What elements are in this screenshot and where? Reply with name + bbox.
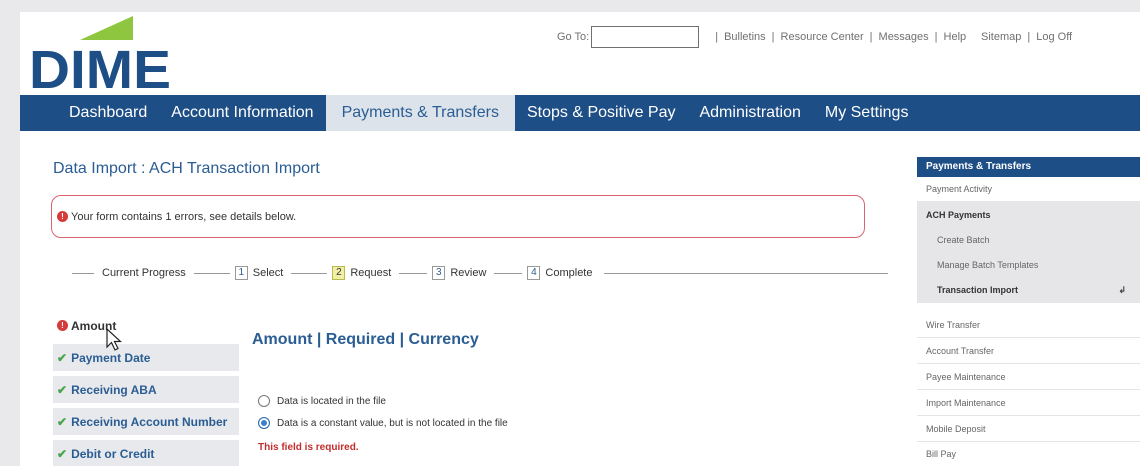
logo-text: DIME <box>29 40 171 100</box>
field-label: Receiving Account Number <box>71 414 228 429</box>
error-text: Your form contains 1 errors, see details… <box>71 210 297 223</box>
mouse-cursor-icon <box>106 328 122 351</box>
step-number: 3 <box>432 266 446 280</box>
divider: | <box>771 31 775 43</box>
nav-stops-positive-pay[interactable]: Stops & Positive Pay <box>515 95 688 131</box>
utility-bar: Go To: | Bulletins | Resource Center | M… <box>557 26 1072 48</box>
sidebar: Payments & Transfers Payment Activity AC… <box>917 131 1140 466</box>
divider: | <box>934 31 938 43</box>
divider <box>291 272 328 274</box>
field-label: Debit or Credit <box>71 446 155 461</box>
divider <box>494 272 523 274</box>
divider: | <box>715 31 719 43</box>
goto-label: Go To: <box>557 31 590 43</box>
option-located-in-file[interactable]: Data is located in the file <box>258 395 386 407</box>
dime-logo[interactable]: DIME <box>28 14 178 100</box>
divider <box>399 272 428 274</box>
check-icon: ✔ <box>57 350 68 365</box>
divider <box>193 272 230 274</box>
main-nav: Dashboard Account Information Payments &… <box>20 95 1140 131</box>
field-label: Receiving ABA <box>71 382 157 397</box>
page-title: Data Import : ACH Transaction Import <box>53 160 320 177</box>
sidebar-item-manage-batch-templates[interactable]: Manage Batch Templates <box>917 253 1140 278</box>
field-list: ! Amount ✔ Payment Date ✔ Receiving ABA … <box>53 312 239 466</box>
field-debit-or-credit[interactable]: ✔ Debit or Credit <box>53 440 239 466</box>
step-number: 1 <box>234 266 248 280</box>
divider <box>72 272 94 274</box>
messages-link[interactable]: Messages <box>879 31 929 43</box>
divider <box>604 272 888 274</box>
sidebar-item-label: Transaction Import <box>937 285 1019 295</box>
sidebar-item-transaction-import[interactable]: Transaction Import ↲ <box>917 278 1140 303</box>
sidebar-item-mobile-deposit[interactable]: Mobile Deposit <box>917 417 1140 442</box>
sidebar-header[interactable]: Payments & Transfers <box>917 157 1140 177</box>
app-frame: DIME Go To: | Bulletins | Resource Cente… <box>20 12 1140 466</box>
step-complete-label: Complete <box>545 267 593 279</box>
log-off-link[interactable]: Log Off <box>1036 31 1072 43</box>
error-summary: ! Your form contains 1 errors, see detai… <box>51 195 865 238</box>
field-label: Payment Date <box>71 350 151 365</box>
check-icon: ✔ <box>57 446 68 461</box>
step-request-label: Request <box>350 267 392 279</box>
check-icon: ✔ <box>57 414 68 429</box>
sidebar-item-payment-activity[interactable]: Payment Activity <box>917 177 1140 202</box>
step-number: 4 <box>527 266 541 280</box>
field-payment-date[interactable]: ✔ Payment Date <box>53 344 239 371</box>
step-number-current: 2 <box>332 266 346 280</box>
sidebar-item-account-transfer[interactable]: Account Transfer <box>917 339 1140 364</box>
nav-account-information[interactable]: Account Information <box>159 95 325 131</box>
sidebar-group-ach: ACH Payments Create Batch Manage Batch T… <box>917 201 1140 303</box>
step-review-label: Review <box>450 267 487 279</box>
sidebar-ach-header[interactable]: ACH Payments <box>917 203 1140 228</box>
field-receiving-account-number[interactable]: ✔ Receiving Account Number <box>53 408 239 435</box>
error-icon: ! <box>57 211 68 222</box>
radio-button-checked[interactable] <box>258 417 270 429</box>
divider: | <box>1027 31 1031 43</box>
progress-label: Current Progress <box>102 267 186 279</box>
error-icon: ! <box>57 320 68 331</box>
help-link[interactable]: Help <box>944 31 967 43</box>
option-constant-value[interactable]: Data is a constant value, but is not loc… <box>258 417 508 429</box>
sidebar-item-create-batch[interactable]: Create Batch <box>917 228 1140 253</box>
bulletins-link[interactable]: Bulletins <box>724 31 766 43</box>
progress-bar: Current Progress 1 Select 2 Request 3 Re… <box>72 263 888 283</box>
sidebar-item-import-maintenance[interactable]: Import Maintenance <box>917 391 1140 416</box>
step-select-label: Select <box>252 267 284 279</box>
field-receiving-aba[interactable]: ✔ Receiving ABA <box>53 376 239 403</box>
sidebar-item-bill-pay[interactable]: Bill Pay <box>917 442 1140 466</box>
return-arrow-icon: ↲ <box>1118 285 1126 295</box>
nav-my-settings[interactable]: My Settings <box>813 95 921 131</box>
sitemap-link[interactable]: Sitemap <box>981 31 1021 43</box>
resource-center-link[interactable]: Resource Center <box>781 31 864 43</box>
radio-button[interactable] <box>258 395 270 407</box>
option-label: Data is a constant value, but is not loc… <box>277 417 508 429</box>
nav-administration[interactable]: Administration <box>687 95 812 131</box>
sidebar-item-payee-maintenance[interactable]: Payee Maintenance <box>917 365 1140 390</box>
divider: | <box>869 31 873 43</box>
field-amount[interactable]: ! Amount <box>53 312 239 339</box>
nav-payments-transfers[interactable]: Payments & Transfers <box>325 95 515 131</box>
check-icon: ✔ <box>57 382 68 397</box>
option-label: Data is located in the file <box>277 395 386 407</box>
nav-dashboard[interactable]: Dashboard <box>20 95 159 131</box>
required-error-message: This field is required. <box>258 442 359 453</box>
sidebar-item-wire-transfer[interactable]: Wire Transfer <box>917 313 1140 338</box>
section-title: Amount | Required | Currency <box>252 331 479 348</box>
goto-input[interactable] <box>591 26 700 48</box>
